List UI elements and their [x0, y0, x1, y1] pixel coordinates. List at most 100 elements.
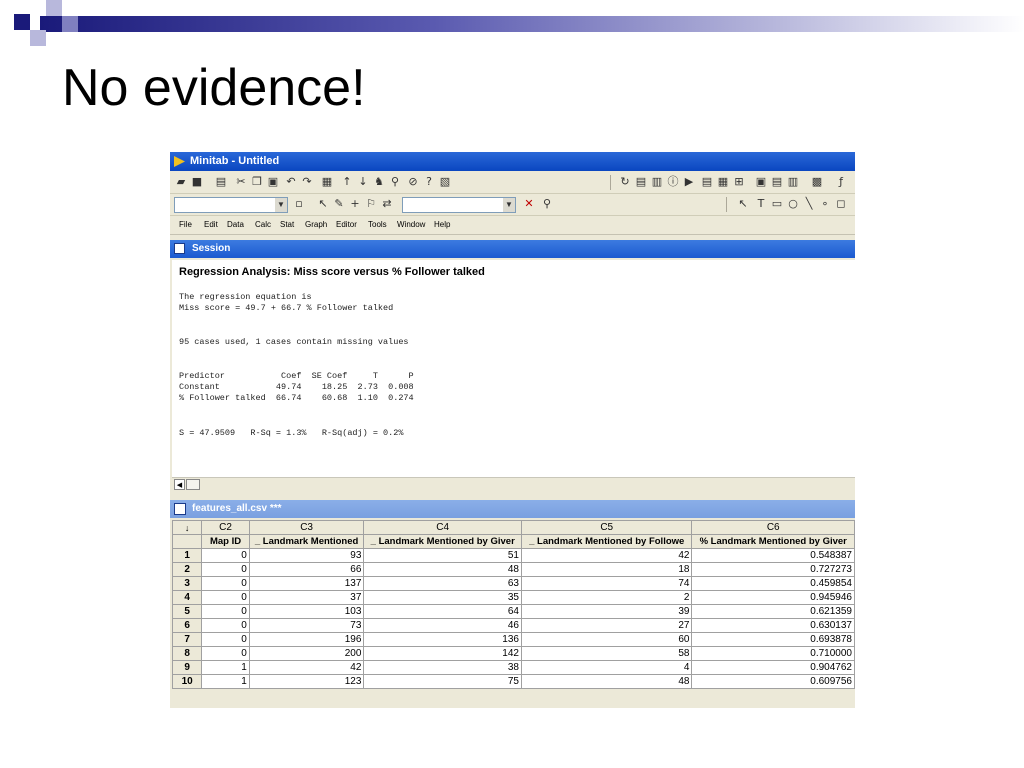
- session-scrollbar[interactable]: ◀: [172, 477, 855, 492]
- row-number[interactable]: 9: [171, 660, 203, 675]
- select-arrow-icon[interactable]: ↖: [316, 197, 330, 211]
- close-graphs-icon[interactable]: ▣: [754, 175, 768, 189]
- row-number[interactable]: 3: [171, 576, 203, 591]
- data-cell[interactable]: 93: [248, 548, 365, 563]
- row-number[interactable]: 4: [171, 590, 203, 605]
- data-cell[interactable]: 1: [201, 660, 250, 675]
- menu-window[interactable]: Window: [397, 216, 425, 234]
- data-cell[interactable]: 200: [248, 646, 365, 661]
- menu-data[interactable]: Data: [227, 216, 244, 234]
- column-header[interactable]: C4: [363, 520, 522, 535]
- data-cell[interactable]: 0.459854: [691, 576, 855, 591]
- column-name-cell[interactable]: _ Landmark Mentioned by Followe: [520, 534, 693, 549]
- cancel-icon[interactable]: ⊘: [406, 175, 420, 189]
- row-number[interactable]: 8: [171, 646, 203, 661]
- pointer-icon[interactable]: ↖: [736, 197, 750, 211]
- session-icon[interactable]: ↻: [618, 175, 632, 189]
- data-cell[interactable]: 46: [363, 618, 522, 633]
- menu-stat[interactable]: Stat: [280, 216, 294, 234]
- data-cell[interactable]: 63: [363, 576, 522, 591]
- save-icon[interactable]: ■: [190, 175, 204, 189]
- column-name-cell[interactable]: _ Landmark Mentioned: [248, 534, 365, 549]
- menu-graph[interactable]: Graph: [305, 216, 327, 234]
- column-header[interactable]: C2: [201, 520, 250, 535]
- data-cell[interactable]: 0: [201, 604, 250, 619]
- data-cell[interactable]: 0: [201, 590, 250, 605]
- column-header[interactable]: C6: [691, 520, 855, 535]
- data-cell[interactable]: 73: [248, 618, 365, 633]
- data-cell[interactable]: 37: [248, 590, 365, 605]
- print-icon[interactable]: ▤: [214, 175, 228, 189]
- data-cell[interactable]: 196: [248, 632, 365, 647]
- arrow-up-icon[interactable]: ↑: [340, 175, 354, 189]
- data-cell[interactable]: 64: [363, 604, 522, 619]
- data-cell[interactable]: 27: [520, 618, 693, 633]
- replace-icon[interactable]: ⚲: [388, 175, 402, 189]
- text-tool-icon[interactable]: T: [754, 197, 768, 211]
- data-cell[interactable]: 0.904762: [691, 660, 855, 675]
- rows-icon[interactable]: ▥: [786, 175, 800, 189]
- graph-combo[interactable]: ▼: [402, 197, 516, 213]
- data-cell[interactable]: 0.548387: [691, 548, 855, 563]
- info-icon[interactable]: ⓘ: [666, 175, 680, 189]
- columns-icon[interactable]: ▤: [770, 175, 784, 189]
- data-cell[interactable]: 0.945946: [691, 590, 855, 605]
- data-cell[interactable]: 66: [248, 562, 365, 577]
- worksheet-window-titlebar[interactable]: features_all.csv ***: [170, 500, 855, 518]
- history-icon[interactable]: ▶: [682, 175, 696, 189]
- cut-icon[interactable]: ✂: [234, 175, 248, 189]
- menu-help[interactable]: Help: [434, 216, 450, 234]
- data-direction-arrow-icon[interactable]: ↓: [171, 520, 203, 535]
- edit-last-dialog-icon[interactable]: ▦: [320, 175, 334, 189]
- related-docs-icon[interactable]: ▦: [716, 175, 730, 189]
- data-cell[interactable]: 18: [520, 562, 693, 577]
- formula-icon[interactable]: ƒ: [834, 175, 848, 189]
- row-number[interactable]: 6: [171, 618, 203, 633]
- data-cell[interactable]: 51: [363, 548, 522, 563]
- graphs-icon[interactable]: ▥: [650, 175, 664, 189]
- menu-calc[interactable]: Calc: [255, 216, 271, 234]
- redo-icon[interactable]: ↷: [300, 175, 314, 189]
- row-number[interactable]: 5: [171, 604, 203, 619]
- data-cell[interactable]: 38: [363, 660, 522, 675]
- report-pad-icon[interactable]: ▤: [700, 175, 714, 189]
- data-cell[interactable]: 0: [201, 646, 250, 661]
- data-cell[interactable]: 39: [520, 604, 693, 619]
- flag-icon[interactable]: ⚐: [364, 197, 378, 211]
- session-window-titlebar[interactable]: Session: [170, 240, 855, 258]
- data-cell[interactable]: 0: [201, 548, 250, 563]
- menu-file[interactable]: File: [179, 216, 192, 234]
- data-cell[interactable]: 4: [520, 660, 693, 675]
- data-cell[interactable]: 35: [363, 590, 522, 605]
- data-cell[interactable]: 103: [248, 604, 365, 619]
- arrow-down-icon[interactable]: ↓: [356, 175, 370, 189]
- row-number[interactable]: 1: [171, 548, 203, 563]
- help-icon[interactable]: ?: [422, 175, 436, 189]
- column-header[interactable]: C5: [520, 520, 693, 535]
- scroll-thumb[interactable]: [186, 479, 200, 490]
- data-cell[interactable]: 0.710000: [691, 646, 855, 661]
- ellipse-icon[interactable]: ○: [786, 197, 800, 211]
- marker-icon[interactable]: ∘: [818, 197, 832, 211]
- paste-icon[interactable]: ▣: [266, 175, 280, 189]
- data-cell[interactable]: 75: [363, 674, 522, 689]
- data-cell[interactable]: 48: [520, 674, 693, 689]
- data-cell[interactable]: 60: [520, 632, 693, 647]
- project-manager-icon[interactable]: ⊞: [732, 175, 746, 189]
- tool-icon[interactable]: ▫: [292, 197, 306, 211]
- data-cell[interactable]: 42: [248, 660, 365, 675]
- column-header[interactable]: C3: [248, 520, 365, 535]
- open-icon[interactable]: ▰: [174, 175, 188, 189]
- zoom-icon[interactable]: ⚲: [540, 197, 554, 211]
- polygon-icon[interactable]: ◻: [834, 197, 848, 211]
- column-name-cell[interactable]: Map ID: [201, 534, 250, 549]
- stat-guide-icon[interactable]: ▧: [438, 175, 452, 189]
- copy-icon[interactable]: ❐: [250, 175, 264, 189]
- data-cell[interactable]: 1: [201, 674, 250, 689]
- data-cell[interactable]: 136: [363, 632, 522, 647]
- data-cell[interactable]: 0: [201, 562, 250, 577]
- data-cell[interactable]: 42: [520, 548, 693, 563]
- data-cell[interactable]: 137: [248, 576, 365, 591]
- row-number[interactable]: 7: [171, 632, 203, 647]
- data-cell[interactable]: 74: [520, 576, 693, 591]
